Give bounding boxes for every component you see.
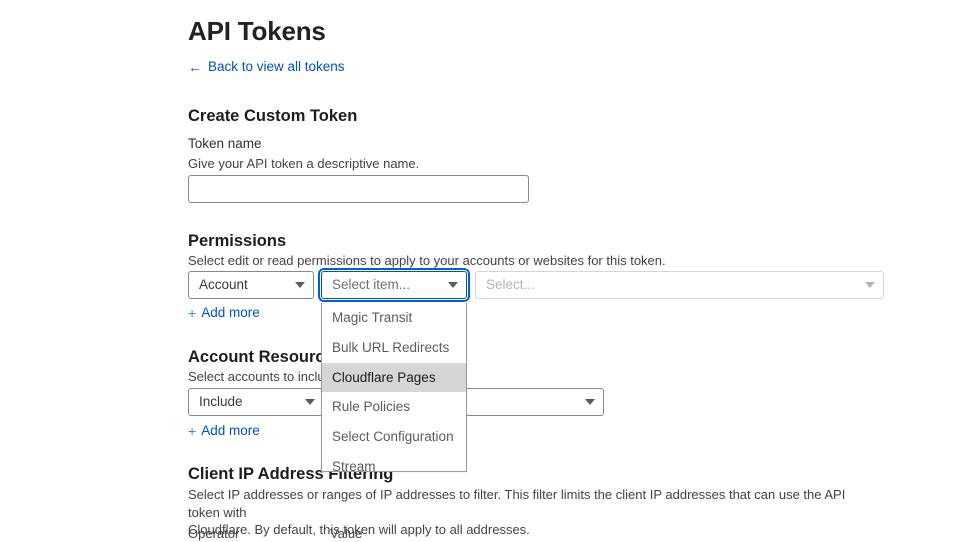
client-ip-help-wrap: Select IP addresses or ranges of IP addr… [188, 486, 848, 539]
column-header-value: Value [330, 526, 362, 542]
permission-scope-value: Account [199, 272, 289, 298]
permissions-heading-wrap: Permissions [188, 231, 286, 251]
chevron-down-icon [448, 282, 458, 288]
arrow-left-icon: ← [188, 60, 202, 74]
back-link-label: Back to view all tokens [208, 59, 345, 75]
chevron-down-icon [305, 399, 315, 405]
dropdown-item[interactable]: Stream [322, 452, 466, 472]
client-ip-help-line-2: Cloudflare. By default, this token will … [188, 521, 848, 539]
dropdown-item[interactable]: Bulk URL Redirects [322, 333, 466, 363]
permission-item-value: Select item... [332, 272, 442, 298]
account-resources-mode-value: Include [199, 389, 299, 415]
account-resources-help: Select accounts to include [188, 368, 339, 385]
chevron-down-icon [585, 399, 595, 405]
token-name-help-wrap: Give your API token a descriptive name. [188, 155, 419, 172]
plus-icon: + [188, 306, 196, 320]
permissions-add-more-link[interactable]: + Add more [188, 305, 260, 321]
account-resources-mode-select[interactable]: Include [188, 388, 324, 416]
dropdown-item[interactable]: Magic Transit [322, 303, 466, 333]
account-resources-title: Account Resources [188, 347, 343, 367]
permission-item-select[interactable]: Select item... [321, 271, 467, 299]
permissions-help-wrap: Select edit or read permissions to apply… [188, 252, 666, 269]
chevron-down-icon [865, 282, 875, 288]
permission-scope-select[interactable]: Account [188, 271, 314, 299]
account-resources-heading-wrap: Account Resources [188, 347, 343, 367]
account-resources-add-more-label: Add more [201, 423, 260, 439]
client-ip-help-line-1: Select IP addresses or ranges of IP addr… [188, 486, 848, 521]
account-resources-help-wrap: Select accounts to include [188, 368, 339, 385]
permission-level-value: Select... [486, 272, 859, 298]
permission-level-select: Select... [475, 271, 884, 299]
token-name-input[interactable] [188, 175, 529, 203]
back-to-all-tokens-link[interactable]: ← Back to view all tokens [188, 59, 345, 75]
create-custom-token-heading-wrap: Create Custom Token [188, 106, 357, 126]
dropdown-item[interactable]: Rule Policies [322, 392, 466, 422]
create-custom-token-title: Create Custom Token [188, 106, 357, 126]
plus-icon: + [188, 424, 196, 438]
permissions-help: Select edit or read permissions to apply… [188, 252, 666, 269]
page-header: API Tokens ← Back to view all tokens [188, 0, 888, 77]
account-resources-add-more-link[interactable]: + Add more [188, 423, 260, 439]
page-title: API Tokens [188, 0, 888, 46]
token-name-label-wrap: Token name [188, 135, 262, 152]
permissions-title: Permissions [188, 231, 286, 251]
dropdown-item[interactable]: Cloudflare Pages [322, 363, 466, 393]
account-resources-value-select[interactable] [457, 388, 604, 416]
token-name-help: Give your API token a descriptive name. [188, 155, 419, 172]
column-header-operator: Operator [188, 526, 239, 542]
permissions-add-more-label: Add more [201, 305, 260, 321]
permission-item-dropdown-menu[interactable]: Magic Transit Bulk URL Redirects Cloudfl… [321, 303, 467, 472]
dropdown-item[interactable]: Select Configuration [322, 422, 466, 452]
token-name-label: Token name [188, 135, 262, 152]
chevron-down-icon [295, 282, 305, 288]
api-tokens-page: API Tokens ← Back to view all tokens Cre… [0, 0, 964, 541]
